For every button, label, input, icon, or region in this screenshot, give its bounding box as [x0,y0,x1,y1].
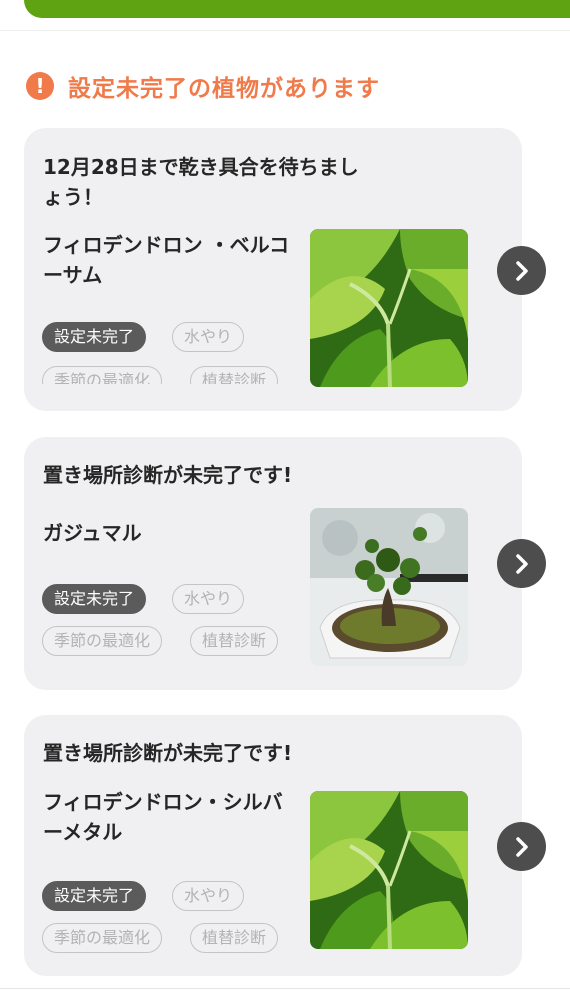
header-divider [0,30,570,31]
tag-watering: 水やり [172,881,245,911]
plant-card[interactable]: 12月28日まで乾き具合を待ちましょう！ フィロデンドロン ・ベルコーサム 設定… [24,128,522,411]
top-green-bar [24,0,570,18]
card-title: 12月28日まで乾き具合を待ちましょう！ [43,155,359,209]
plant-name: フィロデンドロン ・ベルコーサム [43,233,290,287]
plant-card[interactable]: 置き場所診断が未完了です! ガジュマル 設定未完了 水やり 季節の最適化 植替診… [24,437,522,690]
plant-photo [310,508,468,666]
plant-photo [310,229,468,387]
bottom-divider [0,988,570,989]
warning-banner: ! 設定未完了の植物があります [26,68,380,104]
plant-card[interactable]: 置き場所診断が未完了です! フィロデンドロン・シルバーメタル 設定未完了 水やり… [24,715,522,976]
tag-repot-diagnosis: 植替診断 [190,366,279,384]
exclamation-circle-icon: ! [26,72,54,100]
tag-watering: 水やり [172,584,245,614]
warning-text: 設定未完了の植物があります [68,76,380,102]
card-title: 置き場所診断が未完了です! [43,741,293,765]
plant-name: ガジュマル [43,521,142,545]
open-plant-button[interactable] [497,822,546,871]
card-title: 置き場所診断が未完了です! [43,463,293,487]
tag-seasonal-optimization: 季節の最適化 [42,923,163,953]
tag-seasonal-optimization: 季節の最適化 [42,626,163,656]
tag-setup-incomplete: 設定未完了 [42,881,147,911]
plant-photo [310,791,468,949]
open-plant-button[interactable] [497,539,546,588]
tag-seasonal-optimization: 季節の最適化 [42,366,163,384]
plant-name: フィロデンドロン・シルバーメタル [43,790,283,844]
open-plant-button[interactable] [497,246,546,295]
tag-repot-diagnosis: 植替診断 [190,626,279,656]
tag-watering: 水やり [172,322,245,352]
tag-repot-diagnosis: 植替診断 [190,923,279,953]
tag-setup-incomplete: 設定未完了 [42,322,147,352]
chevron-right-icon [515,836,528,857]
chevron-right-icon [515,553,528,574]
chevron-right-icon [515,260,528,281]
tag-setup-incomplete: 設定未完了 [42,584,147,614]
